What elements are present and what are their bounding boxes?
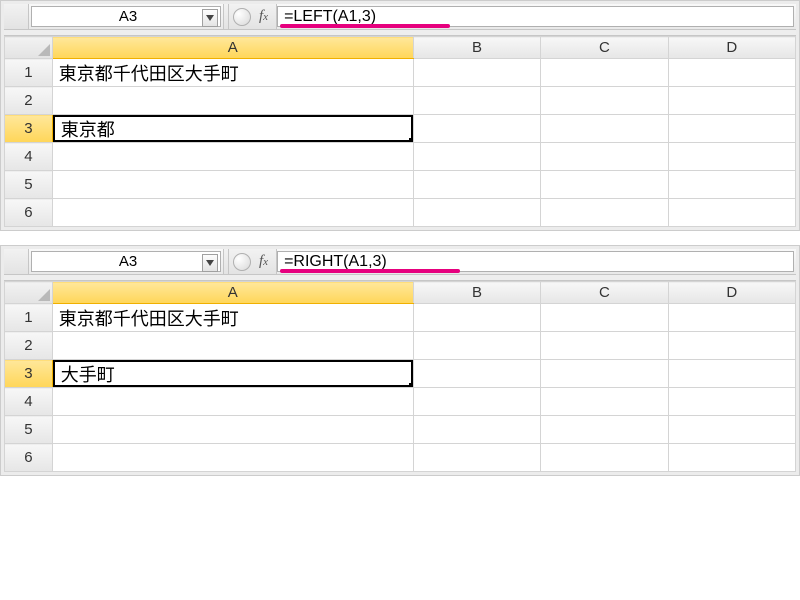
name-box-value: A3 [119,8,137,25]
formula-text: =LEFT(A1,3) [284,8,376,26]
cell-A3-value: 東京都 [61,116,115,142]
cell-B3[interactable] [413,115,540,143]
row-header-6[interactable]: 6 [5,444,53,472]
cell-A1[interactable]: 東京都千代田区大手町 [52,304,413,332]
fill-handle[interactable] [409,138,414,143]
worksheet-example-left: A3 fx =LEFT(A1,3) [0,0,800,231]
chevron-down-icon [206,15,214,21]
name-box-value: A3 [119,253,137,270]
cell-D3[interactable] [668,115,795,143]
highlight-underline [280,24,450,28]
name-box[interactable]: A3 [31,6,221,27]
row-header-2[interactable]: 2 [5,87,53,115]
col-header-C[interactable]: C [541,37,668,59]
fx-icon[interactable]: fx [259,253,272,270]
cell-A4[interactable] [52,143,413,171]
row-header-4[interactable]: 4 [5,143,53,171]
select-all-corner[interactable] [5,282,53,304]
col-header-A[interactable]: A [52,282,413,304]
name-box-dropdown[interactable] [202,254,218,272]
col-header-B[interactable]: B [413,282,540,304]
cell-B1[interactable] [413,59,540,87]
chevron-down-icon [206,260,214,266]
cell-A3-active[interactable]: 東京都 [52,115,413,143]
col-header-C[interactable]: C [541,282,668,304]
formula-input[interactable]: =LEFT(A1,3) [277,6,794,27]
formula-bar: A3 fx =RIGHT(A1,3) [4,249,796,275]
cell-A2[interactable] [52,87,413,115]
row-header-6[interactable]: 6 [5,199,53,227]
cell-C3[interactable] [541,115,668,143]
formula-text: =RIGHT(A1,3) [284,253,387,271]
name-box[interactable]: A3 [31,251,221,272]
col-header-D[interactable]: D [668,37,795,59]
spreadsheet-grid[interactable]: A B C D 1 東京都千代田区大手町 2 3 [4,36,796,227]
cell-A3-active[interactable]: 大手町 [52,360,413,388]
row-header-3[interactable]: 3 [5,115,53,143]
fx-icon[interactable]: fx [259,8,272,25]
cell-D2[interactable] [668,87,795,115]
highlight-underline [280,269,460,273]
formula-bar: A3 fx =LEFT(A1,3) [4,4,796,30]
formula-bar-gutter [4,249,29,274]
name-box-dropdown[interactable] [202,9,218,27]
cancel-formula-button[interactable] [233,8,251,26]
row-header-5[interactable]: 5 [5,171,53,199]
formula-bar-gutter [4,4,29,29]
cell-C1[interactable] [541,59,668,87]
cancel-formula-button[interactable] [233,253,251,271]
cell-C2[interactable] [541,87,668,115]
cell-D1[interactable] [668,59,795,87]
fx-button-group: fx [229,249,277,274]
spreadsheet-grid[interactable]: A B C D 1 東京都千代田区大手町 2 3 大手町 [4,281,796,472]
row-header-4[interactable]: 4 [5,388,53,416]
select-all-corner[interactable] [5,37,53,59]
col-header-B[interactable]: B [413,37,540,59]
row-header-1[interactable]: 1 [5,59,53,87]
fx-button-group: fx [229,4,277,29]
fill-handle[interactable] [409,383,414,388]
col-header-D[interactable]: D [668,282,795,304]
worksheet-example-right: A3 fx =RIGHT(A1,3) [0,245,800,476]
cell-B2[interactable] [413,87,540,115]
cell-A1[interactable]: 東京都千代田区大手町 [52,59,413,87]
row-header-5[interactable]: 5 [5,416,53,444]
formula-input[interactable]: =RIGHT(A1,3) [277,251,794,272]
row-header-3[interactable]: 3 [5,360,53,388]
row-header-2[interactable]: 2 [5,332,53,360]
row-header-1[interactable]: 1 [5,304,53,332]
cell-A3-value: 大手町 [61,361,115,387]
col-header-A[interactable]: A [52,37,413,59]
